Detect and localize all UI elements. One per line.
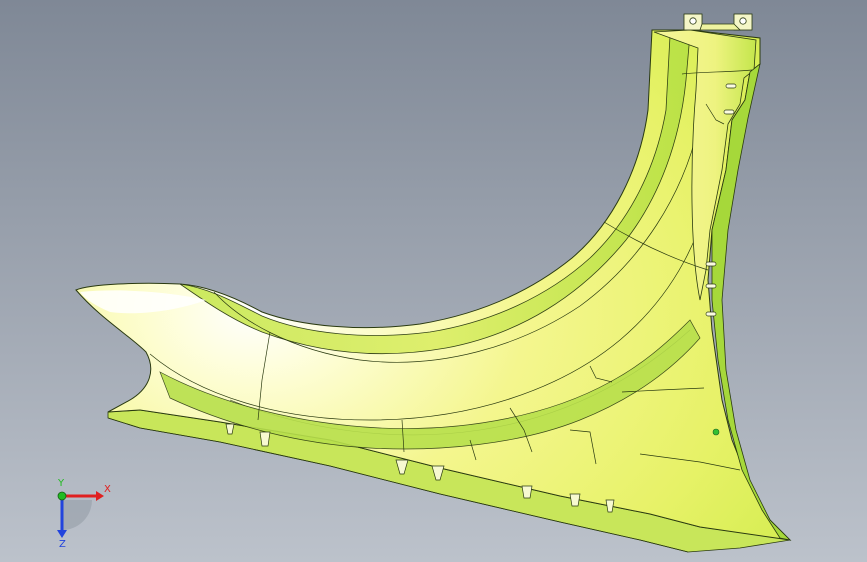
model-scene[interactable]	[0, 0, 867, 562]
z-axis-label: Z	[59, 539, 66, 548]
triad-shadow	[62, 500, 92, 530]
y-axis-dot	[57, 491, 67, 501]
mount-bridge	[699, 23, 741, 31]
orientation-triad: X Y Z	[57, 478, 111, 548]
y-axis-label: Y	[57, 478, 65, 489]
x-axis-label: X	[104, 484, 111, 495]
green-marker-point	[712, 428, 720, 436]
z-axis-arrow	[57, 530, 67, 538]
mount-bracket-left	[683, 13, 703, 31]
x-axis-arrow	[96, 491, 104, 501]
cad-graphics-viewport[interactable]: X Y Z	[0, 0, 867, 562]
